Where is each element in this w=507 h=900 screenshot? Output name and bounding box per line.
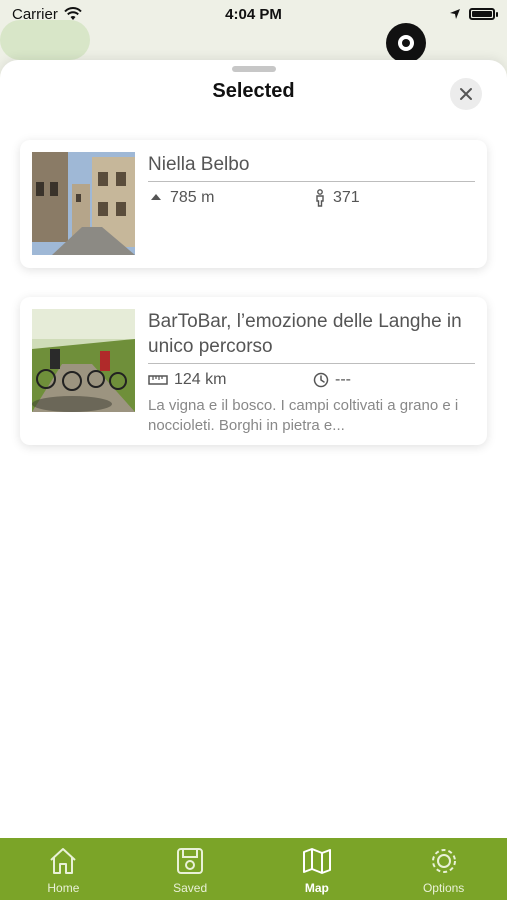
status-bar: Carrier 4:04 PM bbox=[0, 0, 507, 28]
tab-home-label: Home bbox=[47, 881, 80, 895]
population-icon bbox=[316, 189, 324, 207]
distance-value: 124 km bbox=[174, 371, 227, 388]
population-meta: 371 bbox=[313, 188, 473, 208]
tab-saved-label: Saved bbox=[173, 881, 208, 895]
place-thumbnail bbox=[32, 152, 135, 255]
map-icon bbox=[302, 848, 331, 874]
selected-sheet: Selected Niella Belbo 785 m 371 BarToBar… bbox=[0, 60, 507, 840]
gear-icon bbox=[431, 849, 456, 873]
population-value: 371 bbox=[333, 189, 360, 206]
elevation-meta: 785 m bbox=[148, 188, 313, 208]
tab-bar: Home Saved Map Options bbox=[0, 838, 507, 900]
route-description: La vigna e il bosco. I campi coltivati a… bbox=[148, 397, 459, 434]
wifi-icon bbox=[64, 7, 82, 20]
tab-map[interactable]: Map bbox=[254, 838, 381, 900]
duration-value: --- bbox=[335, 371, 351, 388]
map-marker[interactable] bbox=[386, 23, 426, 63]
location-arrow-icon bbox=[450, 9, 460, 19]
divider bbox=[148, 363, 475, 364]
ruler-icon bbox=[148, 375, 168, 385]
duration-meta: --- bbox=[313, 370, 473, 390]
tab-saved[interactable]: Saved bbox=[127, 838, 254, 900]
place-card-niella-belbo[interactable]: Niella Belbo 785 m 371 bbox=[20, 140, 487, 268]
distance-meta: 124 km bbox=[148, 370, 313, 390]
sheet-grabber[interactable] bbox=[232, 66, 276, 72]
sheet-title: Selected bbox=[212, 80, 295, 102]
tab-home[interactable]: Home bbox=[0, 838, 127, 900]
divider bbox=[148, 181, 475, 182]
status-time: 4:04 PM bbox=[225, 5, 282, 23]
route-card-bartobar[interactable]: BarToBar, l’emozione delle Langhe in uni… bbox=[20, 297, 487, 445]
close-icon bbox=[460, 88, 472, 100]
tab-options-label: Options bbox=[422, 881, 465, 895]
tab-options[interactable]: Options bbox=[380, 838, 507, 900]
elevation-value: 785 m bbox=[170, 189, 215, 206]
tab-map-label: Map bbox=[304, 881, 329, 895]
clock-icon bbox=[313, 372, 329, 388]
elevation-icon bbox=[151, 194, 161, 200]
close-button[interactable] bbox=[450, 78, 482, 110]
place-title: Niella Belbo bbox=[148, 154, 250, 175]
route-thumbnail bbox=[32, 309, 135, 412]
home-icon bbox=[50, 848, 77, 874]
saved-icon bbox=[177, 848, 204, 874]
battery-icon bbox=[469, 8, 498, 20]
carrier-label: Carrier bbox=[12, 5, 58, 23]
route-title: BarToBar, l’emozione delle Langhe in uni… bbox=[148, 311, 462, 357]
